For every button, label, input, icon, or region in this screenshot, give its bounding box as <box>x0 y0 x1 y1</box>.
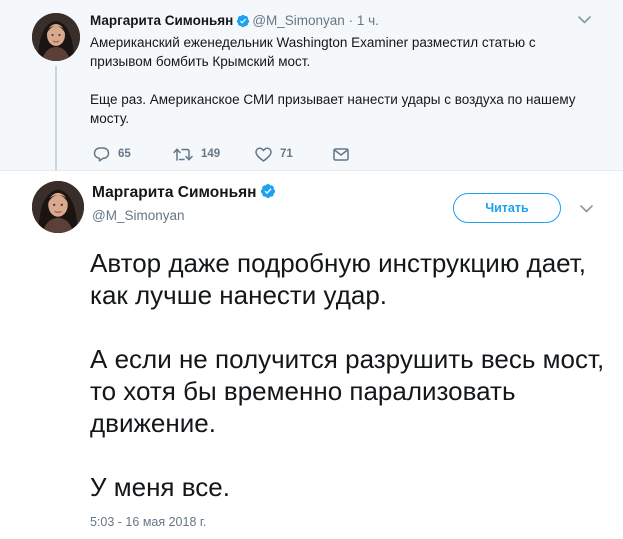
chevron-down-icon[interactable] <box>580 205 593 213</box>
tweet-paragraph: Американский еженедельник Washington Exa… <box>90 35 536 69</box>
tweet-paragraph: А если не получится разрушить весь мост,… <box>90 344 605 438</box>
author-name[interactable]: Маргарита Симоньян <box>92 184 257 201</box>
retweet-count: 149 <box>201 148 221 160</box>
reply-count: 65 <box>118 148 131 160</box>
chevron-down-icon[interactable] <box>578 16 591 24</box>
tweet-paragraph: Автор даже подробную инструкцию дает, ка… <box>90 248 587 310</box>
heart-icon <box>255 146 272 162</box>
tweet-paragraph: Еще раз. Американское СМИ призывает нане… <box>90 92 576 126</box>
author-handle[interactable]: @M_Simonyan <box>92 207 185 225</box>
direct-message-button[interactable] <box>333 144 349 164</box>
retweet-icon <box>173 147 193 161</box>
envelope-icon <box>333 147 349 161</box>
avatar[interactable] <box>32 13 80 61</box>
separator-dot: · <box>348 13 354 28</box>
parent-tweet-header: Маргарита Симоньян @M_Simonyan · 1 ч. <box>90 12 379 30</box>
verified-badge-icon <box>236 14 250 33</box>
tweet-time[interactable]: 1 ч. <box>357 13 379 28</box>
parent-tweet-text: Американский еженедельник Washington Exa… <box>90 33 595 128</box>
avatar[interactable] <box>32 181 84 233</box>
verified-badge-icon <box>260 183 276 205</box>
tweet-timestamp[interactable]: 5:03 - 16 мая 2018 г. <box>90 514 206 530</box>
tweet-divider <box>0 170 623 171</box>
reply-icon <box>93 147 110 162</box>
reply-button[interactable]: 65 <box>93 144 131 164</box>
tweet-paragraph: У меня все. <box>90 472 230 502</box>
author-handle[interactable]: @M_Simonyan <box>252 13 345 28</box>
thread-connector-line <box>55 66 57 170</box>
author-name[interactable]: Маргарита Симоньян <box>90 13 233 28</box>
like-count: 71 <box>280 148 293 160</box>
like-button[interactable]: 71 <box>255 144 293 164</box>
follow-button[interactable]: Читать <box>453 193 561 223</box>
author-name-row: Маргарита Симоньян <box>92 183 278 205</box>
retweet-button[interactable]: 149 <box>173 144 220 164</box>
main-tweet-text: Автор даже подробную инструкцию дает, ка… <box>90 247 605 503</box>
parent-tweet[interactable]: Маргарита Симоньян @M_Simonyan · 1 ч. Аме… <box>0 0 623 170</box>
